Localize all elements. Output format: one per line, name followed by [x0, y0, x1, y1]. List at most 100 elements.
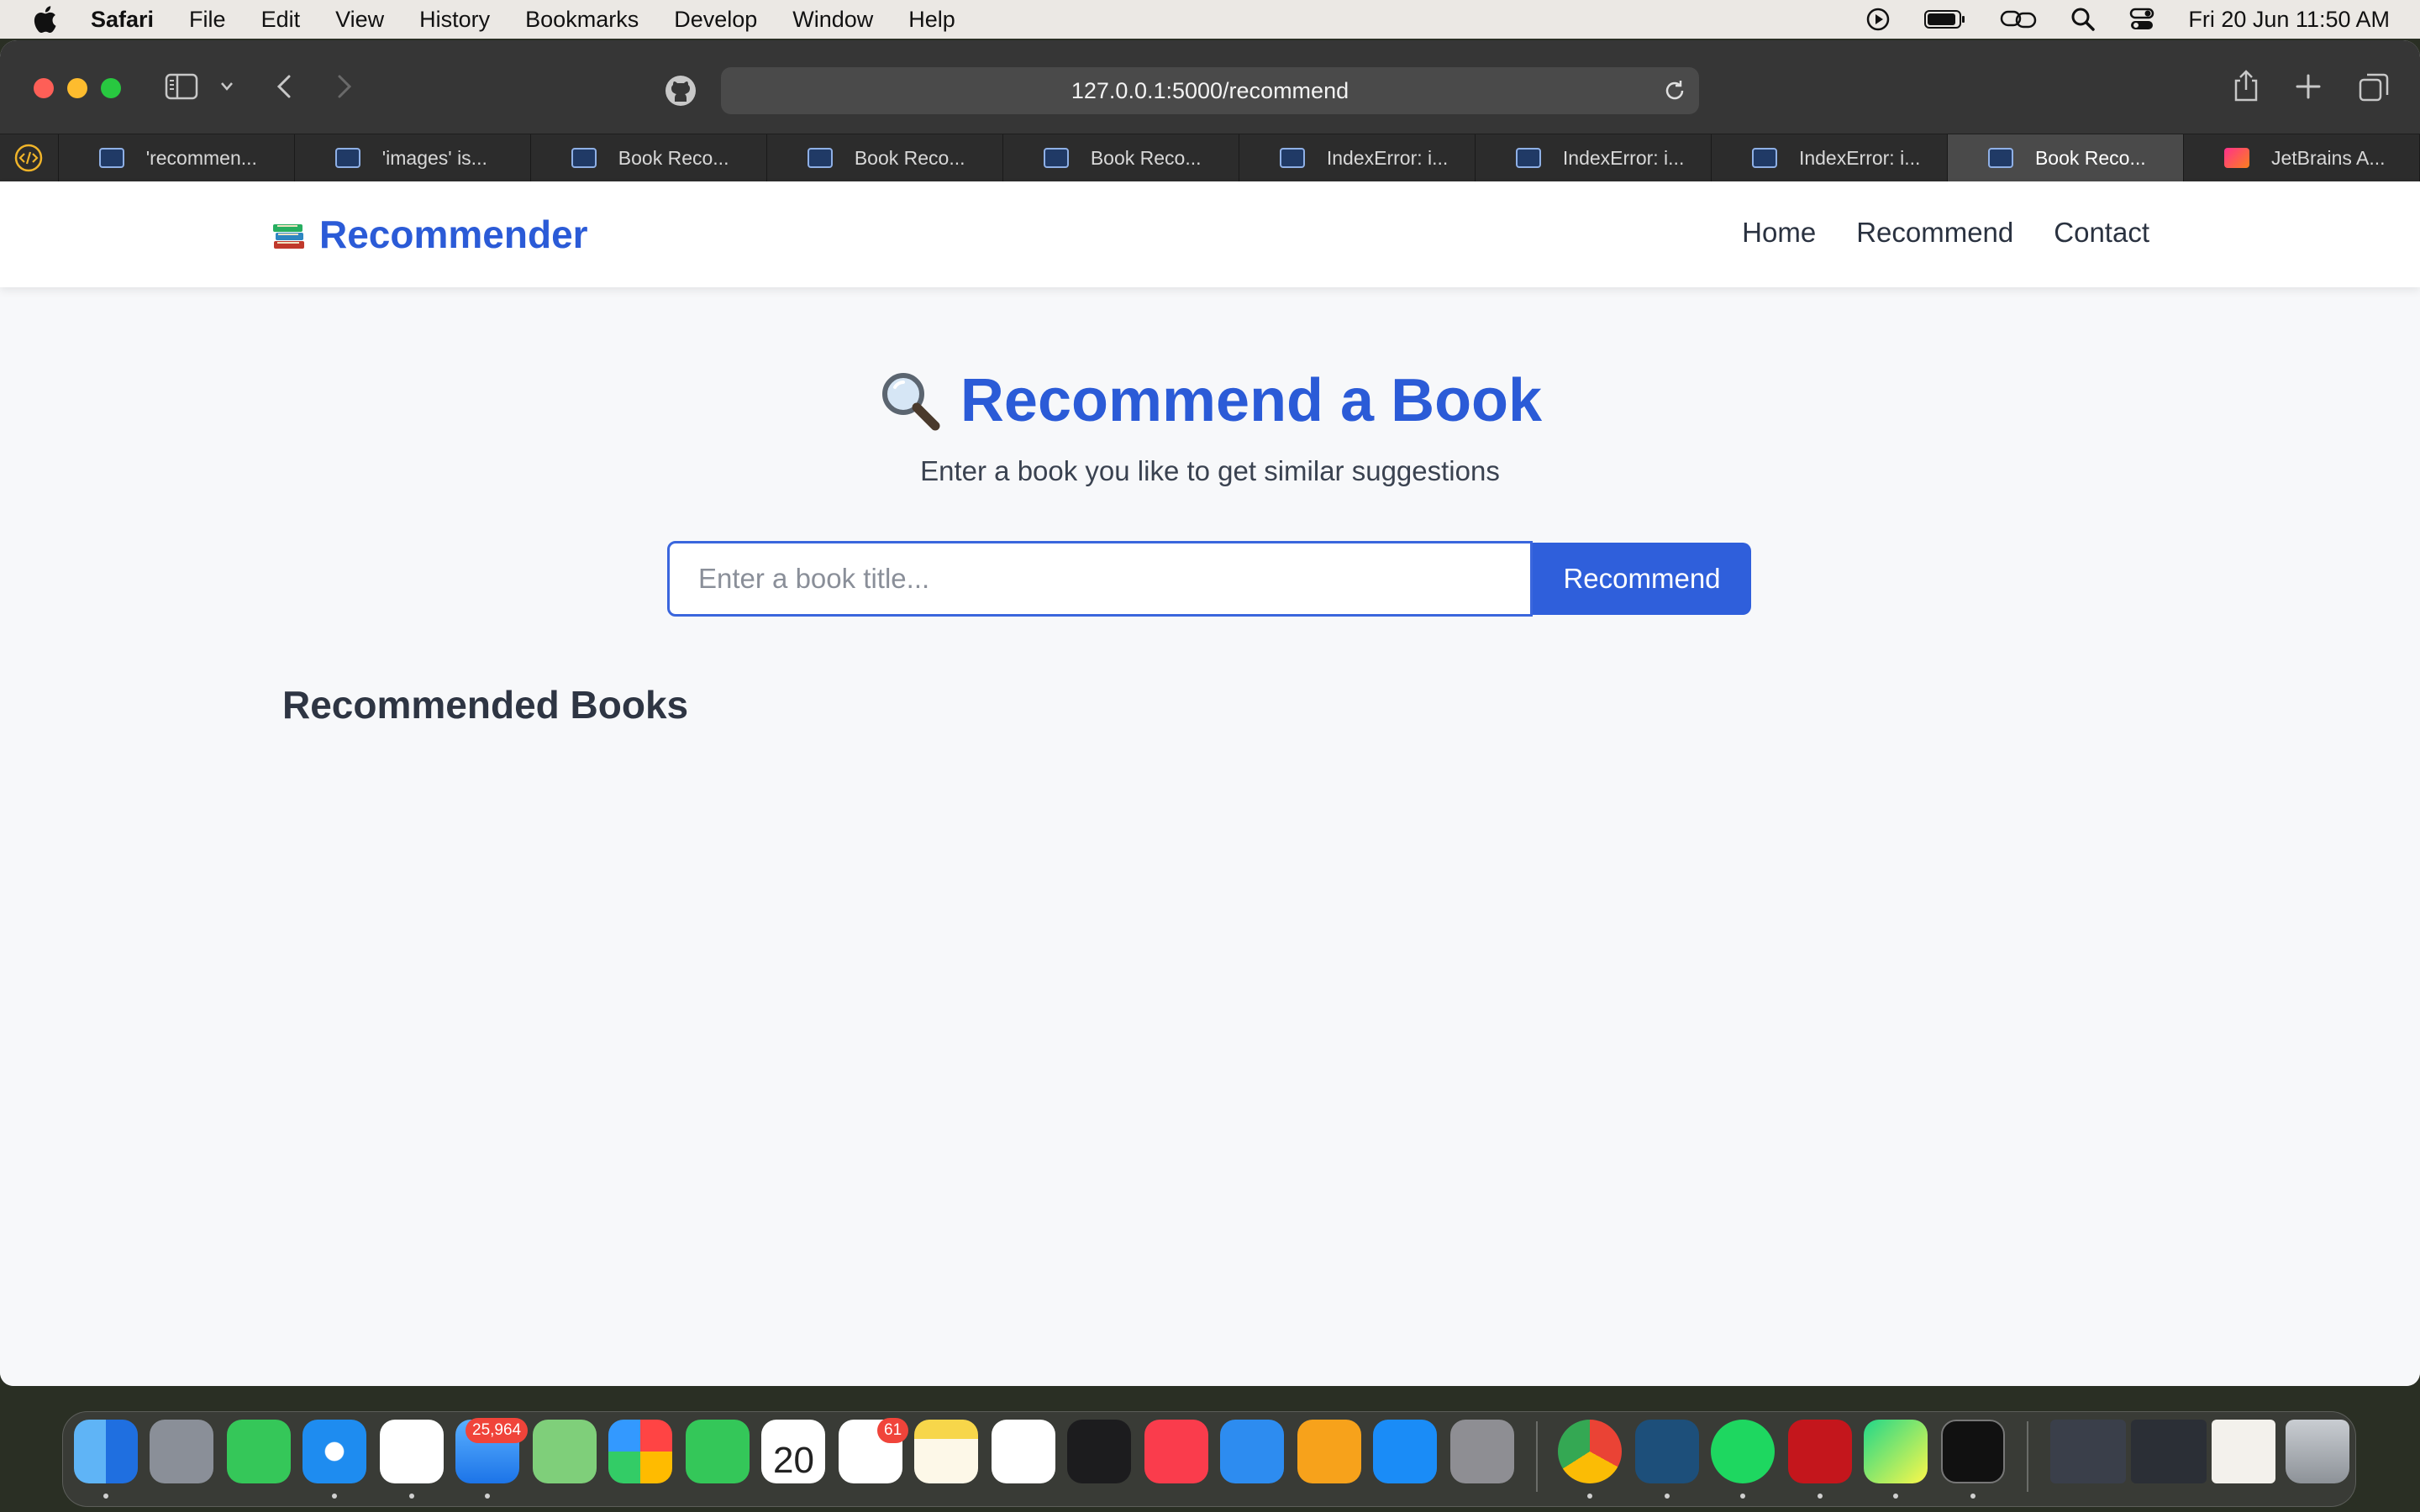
- messages-icon[interactable]: [227, 1420, 291, 1483]
- search-form: Recommend: [667, 541, 1751, 617]
- back-icon[interactable]: [272, 72, 297, 101]
- menu-view[interactable]: View: [335, 7, 384, 33]
- system-settings-icon[interactable]: [1450, 1420, 1514, 1483]
- menu-history[interactable]: History: [419, 7, 490, 33]
- nav-link-home[interactable]: Home: [1742, 217, 1816, 249]
- tab-bar: 'recommen... 'images' is... Book Reco...…: [0, 134, 2420, 181]
- notes-icon[interactable]: [914, 1420, 978, 1483]
- running-indicator: [1818, 1494, 1823, 1499]
- browser-tab[interactable]: IndexError: i...: [1712, 134, 1948, 181]
- results-heading: Recommended Books: [282, 683, 689, 727]
- pinned-tab[interactable]: [0, 134, 59, 181]
- running-indicator: [1970, 1494, 1975, 1499]
- nav-link-contact[interactable]: Contact: [2054, 217, 2149, 249]
- menu-app-name[interactable]: Safari: [91, 7, 154, 33]
- screen-mirroring-icon[interactable]: [2000, 7, 2037, 32]
- running-indicator: [332, 1494, 337, 1499]
- zoom-window-button[interactable]: [101, 78, 121, 98]
- running-indicator: [1740, 1494, 1745, 1499]
- battery-icon[interactable]: [1924, 8, 1966, 30]
- running-indicator: [1587, 1494, 1592, 1499]
- browser-tab[interactable]: IndexError: i...: [1476, 134, 1712, 181]
- browser-tab[interactable]: 'images' is...: [295, 134, 531, 181]
- site-navbar: Recommender Home Recommend Contact: [0, 181, 2420, 287]
- mysql-workbench-icon[interactable]: [1635, 1420, 1699, 1483]
- close-window-button[interactable]: [34, 78, 54, 98]
- books-icon: [273, 224, 304, 249]
- github-icon[interactable]: [664, 74, 697, 108]
- forward-icon[interactable]: [331, 72, 356, 101]
- terminal-app-icon[interactable]: [1941, 1420, 2005, 1483]
- minimized-window-icon[interactable]: [2131, 1420, 2207, 1483]
- chevron-down-icon[interactable]: [218, 79, 235, 94]
- terminal-icon: [1987, 148, 2013, 168]
- menu-file[interactable]: File: [189, 7, 226, 33]
- minimize-window-button[interactable]: [67, 78, 87, 98]
- apple-icon[interactable]: [32, 5, 57, 34]
- freeform-icon[interactable]: [992, 1420, 1055, 1483]
- terminal-icon: [1751, 148, 1777, 168]
- menu-edit[interactable]: Edit: [261, 7, 301, 33]
- browser-tab-active[interactable]: Book Reco...: [1947, 134, 2184, 181]
- url-text[interactable]: 127.0.0.1:5000/recommend: [1071, 78, 1349, 104]
- apple-tv-icon[interactable]: [1067, 1420, 1131, 1483]
- control-center-icon[interactable]: [2129, 7, 2154, 32]
- address-bar[interactable]: 127.0.0.1:5000/recommend: [721, 67, 1699, 114]
- nav-link-recommend[interactable]: Recommend: [1856, 217, 2013, 249]
- facetime-icon[interactable]: [686, 1420, 750, 1483]
- safari-icon[interactable]: [302, 1420, 366, 1483]
- photos-icon[interactable]: [608, 1420, 672, 1483]
- keynote-icon[interactable]: [1220, 1420, 1284, 1483]
- tab-overview-icon[interactable]: [2358, 72, 2390, 102]
- safari-window: 127.0.0.1:5000/recommend 'recommen... 'i…: [0, 40, 2420, 1386]
- acrobat-icon[interactable]: [1788, 1420, 1852, 1483]
- brand-logo[interactable]: Recommender: [271, 212, 588, 257]
- jetbrains-icon: [2224, 148, 2249, 168]
- menu-help[interactable]: Help: [908, 7, 955, 33]
- pages-icon[interactable]: [1297, 1420, 1361, 1483]
- music-icon[interactable]: [1144, 1420, 1208, 1483]
- dock-separator: [2027, 1421, 2028, 1492]
- menu-bar: Safari File Edit View History Bookmarks …: [0, 0, 2420, 39]
- running-indicator: [409, 1494, 414, 1499]
- trash-icon[interactable]: [2286, 1420, 2349, 1483]
- share-icon[interactable]: [2232, 69, 2260, 102]
- vscode-icon[interactable]: [380, 1420, 444, 1483]
- menu-bookmarks[interactable]: Bookmarks: [525, 7, 639, 33]
- spotlight-search-icon[interactable]: [2070, 7, 2096, 32]
- chrome-icon[interactable]: [1558, 1420, 1622, 1483]
- recommend-button[interactable]: Recommend: [1533, 543, 1751, 615]
- browser-toolbar: 127.0.0.1:5000/recommend: [0, 40, 2420, 134]
- browser-tab[interactable]: Book Reco...: [1003, 134, 1239, 181]
- finder-icon[interactable]: [74, 1420, 138, 1483]
- spotify-icon[interactable]: [1711, 1420, 1775, 1483]
- browser-tab[interactable]: Book Reco...: [767, 134, 1003, 181]
- dock-separator: [1536, 1421, 1538, 1492]
- browser-tab[interactable]: JetBrains A...: [2184, 134, 2420, 181]
- minimized-window-icon[interactable]: [2212, 1420, 2275, 1483]
- reload-icon[interactable]: [1662, 78, 1687, 103]
- browser-tab[interactable]: IndexError: i...: [1239, 134, 1476, 181]
- now-playing-icon[interactable]: [1865, 7, 1891, 32]
- minimized-window-icon[interactable]: [2050, 1420, 2126, 1483]
- browser-tab[interactable]: Book Reco...: [531, 134, 767, 181]
- maps-icon[interactable]: [533, 1420, 597, 1483]
- sidebar-toggle-icon[interactable]: [165, 72, 198, 101]
- nav-links: Home Recommend Contact: [1742, 217, 2149, 249]
- browser-tab[interactable]: 'recommen...: [59, 134, 295, 181]
- mail-badge: 25,964: [466, 1418, 529, 1443]
- book-title-input[interactable]: [667, 541, 1533, 617]
- terminal-icon: [334, 148, 360, 168]
- terminal-icon: [1279, 148, 1305, 168]
- running-indicator: [1893, 1494, 1898, 1499]
- running-indicator: [485, 1494, 490, 1499]
- clock[interactable]: Fri 20 Jun 11:50 AM: [2188, 7, 2390, 33]
- launchpad-icon[interactable]: [150, 1420, 213, 1483]
- menu-window[interactable]: Window: [792, 7, 873, 33]
- pycharm-icon[interactable]: [1864, 1420, 1928, 1483]
- terminal-icon: [98, 148, 124, 168]
- app-store-icon[interactable]: [1373, 1420, 1437, 1483]
- running-indicator: [1665, 1494, 1670, 1499]
- menu-develop[interactable]: Develop: [674, 7, 757, 33]
- new-tab-icon[interactable]: [2294, 72, 2323, 101]
